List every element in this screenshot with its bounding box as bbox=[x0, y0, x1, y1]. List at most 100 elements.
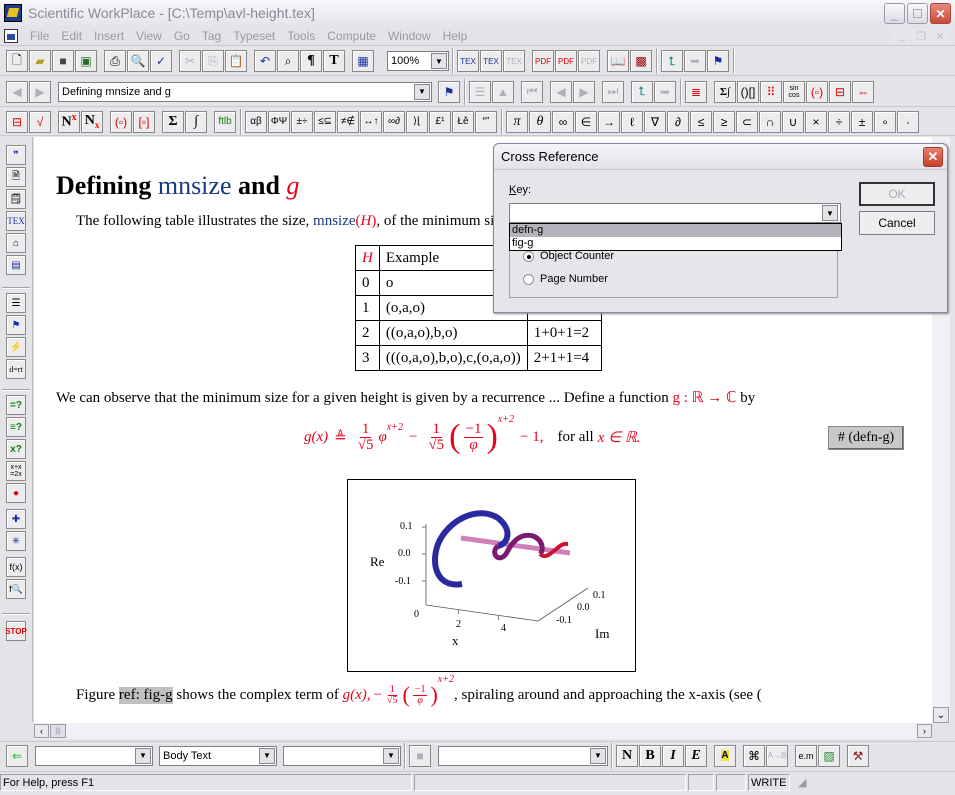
spiral-figure[interactable]: 0.1 0.0 -0.1 Re 0 2 4 x 0.1 0.0 -0.1 Im bbox=[347, 479, 636, 672]
symbol-cap-button[interactable]: ∩ bbox=[759, 110, 781, 133]
tex-field-button[interactable]: TEX bbox=[6, 211, 26, 231]
symbol-leq-button[interactable]: ≤ bbox=[690, 110, 712, 133]
scroll-left-button[interactable]: ‹ bbox=[34, 724, 49, 738]
integral-button[interactable]: ∫ bbox=[185, 110, 207, 133]
symbol-div-button[interactable]: ÷ bbox=[828, 110, 850, 133]
tag-label-button[interactable]: A bbox=[714, 744, 736, 767]
doc-close-button[interactable]: ✕ bbox=[931, 28, 949, 44]
nav-forward-button[interactable]: ▶ bbox=[29, 80, 51, 103]
tools-button[interactable]: ⚒ bbox=[847, 744, 869, 767]
superscript-button[interactable]: Nx bbox=[58, 110, 80, 133]
stop-compute-button[interactable]: ● bbox=[6, 483, 26, 503]
menu-help[interactable]: Help bbox=[437, 29, 474, 43]
binary-ops-button[interactable]: ±÷ bbox=[291, 110, 313, 133]
print-button[interactable]: ⎙ bbox=[104, 50, 126, 72]
greek-lower-button[interactable]: αβ bbox=[245, 110, 267, 133]
nav-back-button[interactable]: ◀ bbox=[6, 80, 28, 103]
negated-relations-button[interactable]: ≠∉ bbox=[337, 110, 359, 133]
document-button[interactable]: ▤ bbox=[6, 255, 26, 275]
pdf-print-button[interactable]: PDF bbox=[578, 50, 600, 72]
symbol-circ-button[interactable]: ∘ bbox=[874, 110, 896, 133]
chevron-down-icon[interactable]: ▼ bbox=[590, 747, 606, 764]
display-button[interactable]: ≣ bbox=[685, 80, 707, 103]
fonts-button[interactable]: ftlb bbox=[214, 110, 236, 133]
text-tag-combo[interactable]: ▼ bbox=[283, 745, 401, 766]
replace-button[interactable]: A→B bbox=[766, 744, 788, 767]
paste-button[interactable]: 📋 bbox=[225, 50, 247, 72]
tex-preview-button[interactable]: TEX bbox=[480, 50, 502, 72]
save-all-button[interactable]: ▣ bbox=[75, 50, 97, 72]
symbol-partial-button[interactable]: ∂ bbox=[667, 110, 689, 133]
paragraph-marks-button[interactable]: ¶ bbox=[300, 50, 322, 72]
ok-button[interactable]: OK bbox=[859, 182, 935, 206]
print-preview-button[interactable]: 🔍 bbox=[127, 50, 149, 72]
resize-grip-icon[interactable]: ◢ bbox=[798, 776, 806, 789]
zoom-combo[interactable]: 100% ▼ bbox=[387, 51, 449, 71]
symbol-times-button[interactable]: × bbox=[805, 110, 827, 133]
math-name-button[interactable]: sin cos bbox=[783, 80, 805, 103]
save-tag-button[interactable]: ■ bbox=[409, 744, 431, 767]
marker-button[interactable]: ⚑ bbox=[6, 315, 26, 335]
delimiters-button[interactable]: ⟩⌊ bbox=[406, 110, 428, 133]
open-button[interactable]: ▰ bbox=[29, 50, 51, 72]
radical-button[interactable]: √ bbox=[29, 110, 51, 133]
menu-edit[interactable]: Edit bbox=[55, 29, 88, 43]
parentheses-button[interactable]: (▫) bbox=[110, 110, 132, 133]
symbol-ell-button[interactable]: ℓ bbox=[621, 110, 643, 133]
chevron-down-icon[interactable]: ▼ bbox=[822, 205, 838, 221]
cross-reference-field[interactable]: ref: fig-g bbox=[118, 686, 173, 704]
menu-file[interactable]: File bbox=[24, 29, 55, 43]
key-option-defn-g[interactable]: defn-g bbox=[510, 224, 841, 237]
symbol-pi-button[interactable]: π bbox=[506, 110, 528, 133]
chevron-down-icon[interactable]: ▼ bbox=[414, 83, 430, 100]
scroll-right-button[interactable]: › bbox=[917, 724, 932, 738]
stop-button[interactable]: STOP bbox=[5, 621, 27, 641]
subscript-button[interactable]: Nx bbox=[81, 110, 103, 133]
simplify-button[interactable]: x+x =2x bbox=[6, 461, 26, 481]
radio-object-counter[interactable]: Object Counter bbox=[523, 250, 614, 262]
menu-window[interactable]: Window bbox=[382, 29, 437, 43]
doc-minimize-button[interactable]: _ bbox=[893, 28, 911, 44]
find-binoculars-button[interactable]: ⌘ bbox=[743, 744, 765, 767]
chevron-down-icon[interactable]: ▼ bbox=[431, 53, 447, 69]
menu-compute[interactable]: Compute bbox=[321, 29, 382, 43]
insert-image-button[interactable]: ▨ bbox=[818, 744, 840, 767]
spacing-button[interactable]: ⇔ bbox=[852, 80, 874, 103]
pdf-typeset-button[interactable]: PDF bbox=[532, 50, 554, 72]
scroll-thumb[interactable]: ||| bbox=[50, 724, 66, 738]
book-button[interactable]: 📖 bbox=[607, 50, 629, 72]
key-option-fig-g[interactable]: fig-g bbox=[510, 237, 841, 250]
quote-button[interactable]: ❞ bbox=[6, 145, 26, 165]
text-button[interactable]: T bbox=[323, 50, 345, 72]
copy-button[interactable]: ⎘ bbox=[202, 50, 224, 72]
menu-go[interactable]: Go bbox=[168, 29, 196, 43]
key-combo[interactable]: ▼ bbox=[509, 203, 841, 223]
history-back-button[interactable]: ⮤ bbox=[631, 80, 653, 103]
symbol-infinity-button[interactable]: ∞ bbox=[552, 110, 574, 133]
radio-unchecked-icon[interactable] bbox=[523, 273, 534, 285]
define-button[interactable]: f(x) bbox=[6, 557, 26, 577]
menu-tag[interactable]: Tag bbox=[196, 29, 227, 43]
evaluate-button[interactable]: =? bbox=[6, 395, 26, 415]
list-button[interactable]: ☰ bbox=[469, 80, 491, 103]
shapes-button[interactable]: ⌂ bbox=[6, 233, 26, 253]
find-button[interactable]: ⌕ bbox=[277, 50, 299, 72]
menu-tools[interactable]: Tools bbox=[281, 29, 321, 43]
history-forward-button[interactable]: ➥ bbox=[654, 80, 676, 103]
doc-restore-button[interactable]: ❐ bbox=[912, 28, 930, 44]
radio-checked-icon[interactable] bbox=[523, 250, 534, 262]
frame-button[interactable]: ▩ bbox=[630, 50, 652, 72]
symbol-geq-button[interactable]: ≥ bbox=[713, 110, 735, 133]
plot-3d-button[interactable]: ✳ bbox=[6, 531, 26, 551]
menu-view[interactable]: View bbox=[130, 29, 168, 43]
symbol-pm-button[interactable]: ± bbox=[851, 110, 873, 133]
maximize-button[interactable]: ☐ bbox=[907, 3, 928, 24]
cut-button[interactable]: ✂ bbox=[179, 50, 201, 72]
macro-combo[interactable]: ▼ bbox=[438, 745, 608, 766]
cancel-button[interactable]: Cancel bbox=[859, 211, 935, 235]
sum-button[interactable]: Σ bbox=[162, 110, 184, 133]
close-button[interactable]: ✕ bbox=[930, 3, 951, 24]
binomial-button[interactable]: (▫) bbox=[806, 80, 828, 103]
emphasize-button[interactable]: E bbox=[685, 744, 707, 767]
insert-note-button[interactable]: 🗒 bbox=[6, 189, 26, 209]
